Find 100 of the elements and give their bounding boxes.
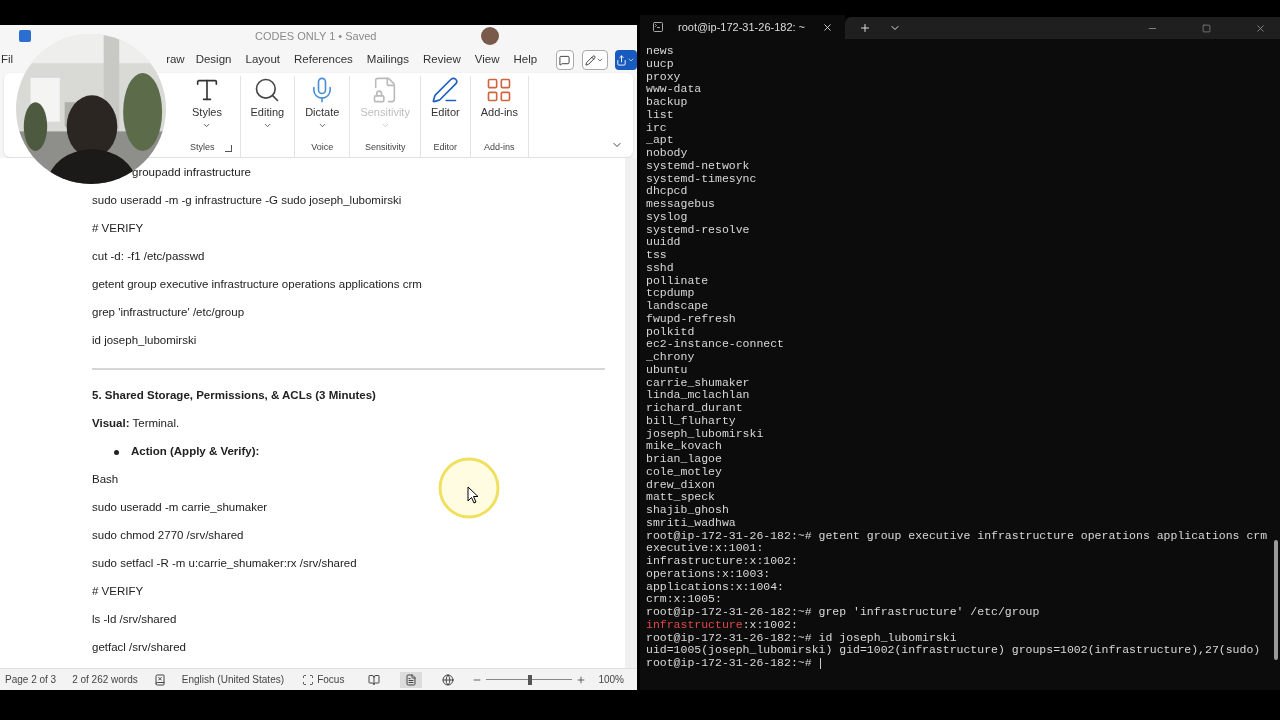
focus-button[interactable]: Focus — [302, 672, 345, 687]
terminal-line: applications:x:1004: — [646, 580, 785, 594]
code-line: cut -d: -f1 /etc/passwd — [92, 249, 205, 265]
terminal-line: smriti_wadhwa — [646, 516, 736, 530]
ribbon-tab[interactable]: Help — [506, 51, 545, 69]
document-icon — [18, 29, 32, 43]
group-label: Add-ins — [484, 141, 515, 155]
terminal-line: uid=1005(joseph_lubomirski) gid=1002(infrastructure) groups=1002(infrastructure),27(sudo) — [646, 644, 1261, 657]
scrollbar-track[interactable] — [625, 158, 637, 668]
terminal-line: www-data — [646, 83, 702, 96]
ribbon-button[interactable]: Add-ins — [478, 76, 520, 139]
code-line: getent group executive infrastructure operations applications crm — [92, 277, 422, 293]
avatar-icon — [481, 27, 499, 45]
focus-icon — [302, 673, 315, 686]
terminal-line: drew_dixon — [646, 478, 715, 492]
terminal-line: cole_motley — [646, 465, 722, 479]
code-line: grep 'infrastructure' /etc/group — [92, 305, 245, 321]
zoom-percent[interactable]: 100% — [598, 672, 624, 687]
read-mode-icon[interactable] — [368, 673, 381, 686]
terminal-line: _chrony — [646, 351, 695, 364]
page-count[interactable]: Page 2 of 3 — [5, 672, 57, 687]
terminal-line: uuidd — [646, 236, 681, 249]
group-label: Sensitivity — [364, 141, 406, 155]
ribbon-button[interactable]: Dictate — [303, 76, 342, 139]
terminal-line: carrie_shumaker — [646, 376, 750, 390]
scrollbar-thumb[interactable] — [1274, 540, 1278, 660]
zoom-in-icon[interactable] — [576, 674, 587, 685]
terminal-line: proxy — [646, 70, 681, 84]
pen-icon — [431, 76, 460, 104]
ribbon-tab[interactable]: Mailings — [359, 51, 416, 69]
code-line: sudo useradd -m -g infrastructure -G sudo joseph_lubomirski — [92, 193, 402, 209]
terminal-line: richard_durant — [646, 402, 743, 415]
ribbon-tab[interactable]: Design — [188, 51, 239, 69]
print-layout-button[interactable] — [400, 671, 423, 688]
ribbon-tab[interactable]: View — [467, 51, 507, 69]
terminal-line: uucp — [646, 57, 674, 71]
terminal-line: tcpdump — [646, 287, 695, 300]
code-line: Bash — [92, 472, 119, 488]
code-line: getfacl /srv/shared — [92, 640, 186, 656]
code-line: sudo setfacl -R -m u:carrie_shumaker:rx /srv/shared — [92, 556, 357, 572]
caret-icon — [596, 56, 605, 64]
caret-icon — [627, 56, 636, 64]
code-line: id joseph_lubomirski — [92, 333, 197, 349]
editing-mode-button[interactable] — [581, 50, 608, 70]
terminal-line: systemd-network — [646, 159, 750, 173]
zoom-slider[interactable] — [486, 674, 573, 685]
ribbon-tab[interactable]: Review — [416, 51, 468, 69]
bullet-text: Action (Apply & Verify): — [131, 444, 260, 460]
terminal-line: _apt — [646, 134, 674, 147]
ribbon-button[interactable]: Editing — [248, 76, 287, 139]
launcher-icon[interactable] — [224, 144, 232, 152]
page-icon — [405, 673, 418, 686]
terminal-line: crm:x:1005: — [646, 593, 722, 606]
terminal-line: nobody — [646, 147, 688, 160]
group-label: Styles — [190, 141, 215, 155]
new-tab-icon[interactable] — [859, 22, 871, 34]
terminal-line: mike_kovach — [646, 440, 722, 453]
terminal-line: systemd-timesync — [646, 172, 757, 186]
code-line: # VERIFY — [92, 584, 144, 600]
terminal-line: infrastructure:x:1002: — [646, 618, 798, 632]
code-line: ls -ld /srv/shared — [92, 612, 177, 628]
terminal-tab[interactable]: root@ip-172-31-26-182: ~ — [640, 15, 845, 39]
word-count[interactable]: 2 of 262 words — [72, 672, 138, 687]
terminal-line: fwupd-refresh — [646, 312, 736, 326]
share-button[interactable] — [614, 50, 637, 70]
terminal-line: pollinate — [646, 274, 709, 288]
terminal-line: executive:x:1001: — [646, 542, 764, 555]
proofing-icon[interactable] — [153, 673, 166, 686]
share-icon — [616, 54, 628, 66]
terminal-line: root@ip-172-31-26-182:~# — [646, 657, 813, 670]
language-label[interactable]: English (United States) — [181, 672, 285, 687]
window-title: CODES ONLY 1 • Saved — [255, 28, 377, 44]
ribbon-button[interactable]: Editor — [428, 76, 462, 139]
terminal-line: polkitd — [646, 325, 695, 339]
terminal-line: list — [646, 108, 674, 122]
web-layout-icon[interactable] — [442, 673, 455, 686]
visual-line: Visual: Terminal. — [92, 416, 180, 432]
terminal-line: sshd — [646, 261, 674, 275]
terminal-line: tss — [646, 249, 667, 262]
terminal-line: dhcpcd — [646, 185, 688, 198]
close-tab-icon[interactable] — [822, 21, 833, 33]
group-label: Voice — [311, 141, 334, 155]
terminal-line: matt_speck — [646, 491, 715, 504]
pencil-icon — [585, 54, 597, 66]
close-icon[interactable] — [1255, 22, 1266, 34]
ribbon-tab[interactable]: Layout — [238, 51, 287, 69]
terminal-line: root@ip-172-31-26-182:~# grep 'infrastructure' /etc/group — [646, 606, 1040, 619]
ribbon-button[interactable]: Styles — [190, 76, 224, 139]
ribbon-tab[interactable]: raw — [166, 51, 185, 69]
terminal-line: syslog — [646, 210, 688, 224]
bullet-icon — [114, 449, 119, 455]
ribbon-tab[interactable]: Fil — [1, 51, 14, 69]
terminal-line: root@ip-172-31-26-182:~# id joseph_lubomirski — [646, 631, 957, 645]
terminal-line: brian_lagoe — [646, 453, 722, 466]
terminal-line: ec2-instance-connect — [646, 338, 785, 351]
maximize-icon[interactable] — [1202, 23, 1211, 33]
ribbon-tab[interactable]: References — [287, 51, 360, 69]
terminal-line: linda_mclachlan — [646, 389, 750, 402]
comments-button[interactable] — [556, 50, 574, 70]
terminal-line: infrastructure:x:1002: — [646, 555, 798, 568]
